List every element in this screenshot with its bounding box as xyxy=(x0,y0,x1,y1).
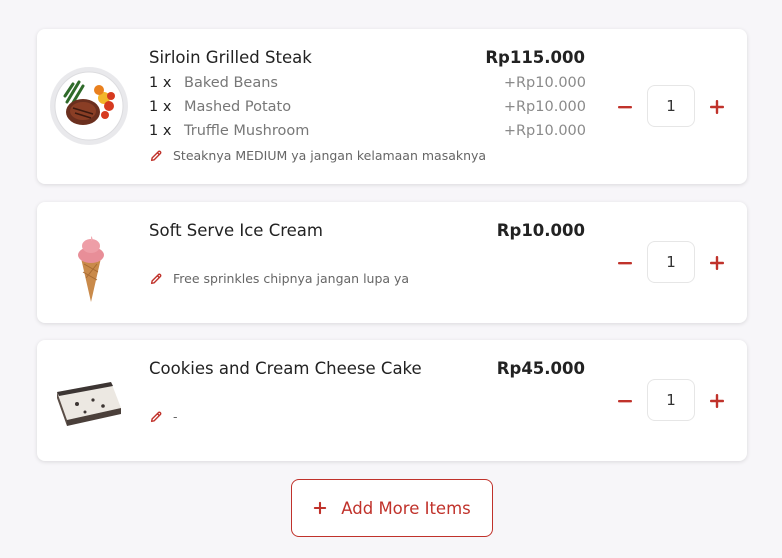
cart-page: Sirloin Grilled Steak Rp115.000 1 x Bake… xyxy=(0,0,782,558)
quantity-stepper: 1 xyxy=(611,241,731,285)
addon-qty: 1 x xyxy=(149,123,172,139)
cart-item-card: Cookies and Cream Cheese Cake Rp45.000 -… xyxy=(37,340,747,461)
addon-price: +Rp10.000 xyxy=(503,75,586,91)
item-name: Cookies and Cream Cheese Cake xyxy=(149,359,422,378)
item-name: Sirloin Grilled Steak xyxy=(149,48,312,67)
increase-button[interactable] xyxy=(706,252,728,274)
decrease-button[interactable] xyxy=(614,390,636,412)
item-note[interactable]: Free sprinkles chipnya jangan lupa ya xyxy=(149,271,409,286)
steak-plate-image xyxy=(50,67,128,145)
addon-row: 1 x Mashed Potato +Rp10.000 xyxy=(149,99,586,123)
addon-row: 1 x Baked Beans +Rp10.000 xyxy=(149,75,586,99)
item-note[interactable]: Steaknya MEDIUM ya jangan kelamaan masak… xyxy=(149,148,486,163)
addon-qty: 1 x xyxy=(149,75,172,91)
pencil-icon[interactable] xyxy=(149,272,163,286)
minus-icon xyxy=(618,262,632,265)
addon-name: Truffle Mushroom xyxy=(184,123,310,139)
item-price: Rp115.000 xyxy=(485,48,585,67)
addon-price: +Rp10.000 xyxy=(503,99,586,115)
addon-qty: 1 x xyxy=(149,99,172,115)
note-text: Free sprinkles chipnya jangan lupa ya xyxy=(173,271,410,286)
quantity-value[interactable]: 1 xyxy=(647,241,695,283)
item-price: Rp10.000 xyxy=(496,221,585,240)
item-name: Soft Serve Ice Cream xyxy=(149,221,323,240)
note-text: Steaknya MEDIUM ya jangan kelamaan masak… xyxy=(173,148,487,163)
quantity-value[interactable]: 1 xyxy=(647,85,695,127)
item-price: Rp45.000 xyxy=(496,359,585,378)
addon-price: +Rp10.000 xyxy=(503,123,586,139)
addon-name: Baked Beans xyxy=(184,75,278,91)
cheesecake-slice-image xyxy=(57,382,121,426)
add-more-items-button[interactable]: Add More Items xyxy=(291,479,493,537)
cart-item-card: Sirloin Grilled Steak Rp115.000 1 x Bake… xyxy=(37,29,747,184)
pencil-icon[interactable] xyxy=(149,149,163,163)
increase-button[interactable] xyxy=(706,390,728,412)
addon-row: 1 x Truffle Mushroom +Rp10.000 xyxy=(149,123,586,147)
decrease-button[interactable] xyxy=(614,252,636,274)
addon-list: 1 x Baked Beans +Rp10.000 1 x Mashed Pot… xyxy=(149,75,586,147)
cart-item-card: Soft Serve Ice Cream Rp10.000 Free sprin… xyxy=(37,202,747,323)
addon-name: Mashed Potato xyxy=(184,99,292,115)
plus-icon xyxy=(314,501,327,515)
pencil-icon[interactable] xyxy=(149,410,163,424)
increase-button[interactable] xyxy=(706,96,728,118)
ice-cream-cone-image xyxy=(78,236,104,302)
item-note[interactable]: - xyxy=(149,409,178,424)
add-more-label: Add More Items xyxy=(341,498,471,518)
plus-icon xyxy=(710,256,724,270)
plus-icon xyxy=(710,100,724,114)
plus-icon xyxy=(710,394,724,408)
quantity-stepper: 1 xyxy=(611,85,731,129)
note-text: - xyxy=(173,409,178,424)
quantity-stepper: 1 xyxy=(611,379,731,423)
decrease-button[interactable] xyxy=(614,96,636,118)
minus-icon xyxy=(618,106,632,109)
minus-icon xyxy=(618,400,632,403)
quantity-value[interactable]: 1 xyxy=(647,379,695,421)
